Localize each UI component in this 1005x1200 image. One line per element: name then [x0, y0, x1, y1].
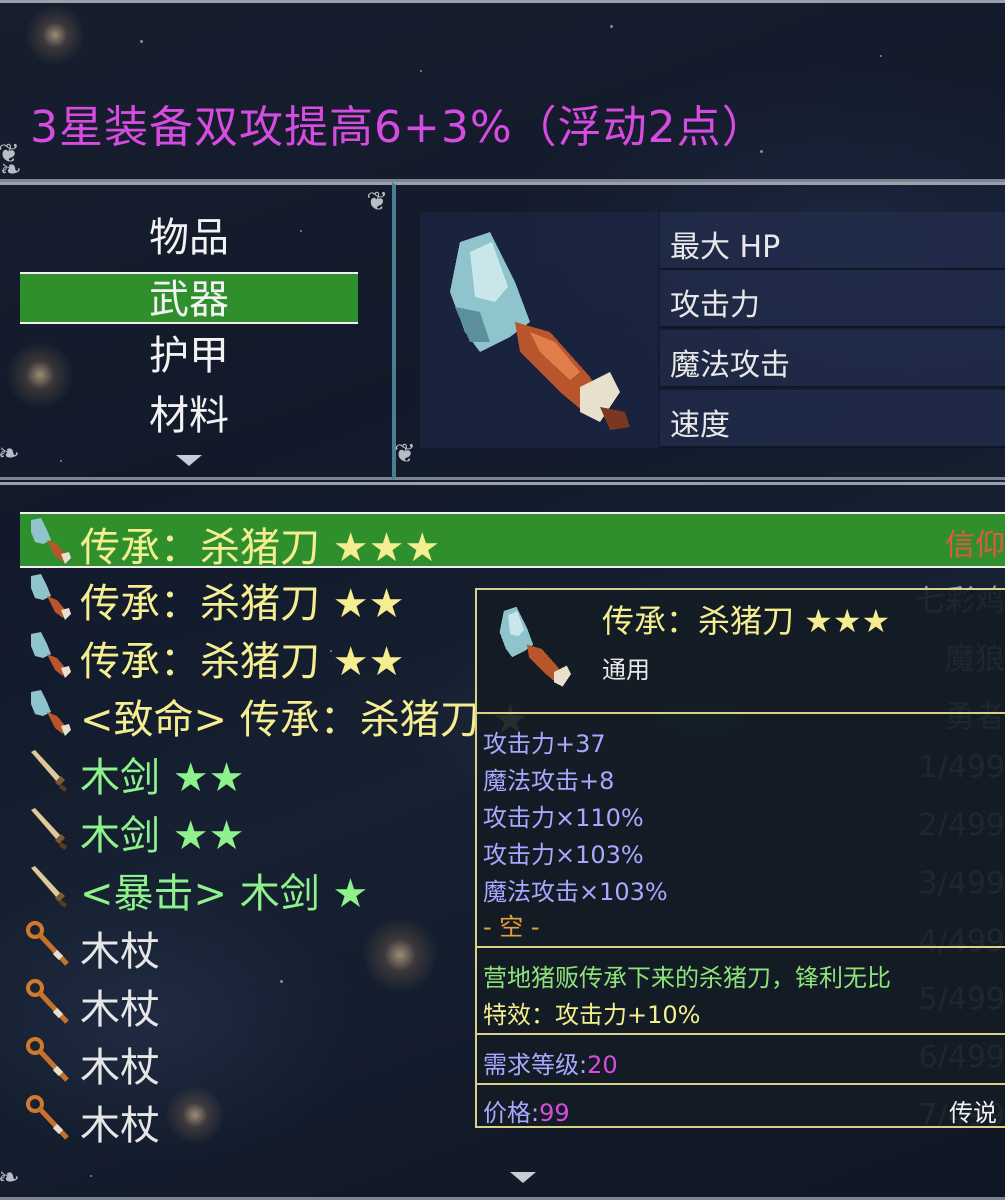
wooden-sword-icon	[25, 862, 75, 912]
corner-ornament: ❧	[0, 155, 22, 185]
stat-row-magic-attack: 魔法攻击	[660, 330, 1005, 388]
wooden-staff-icon	[25, 978, 75, 1028]
item-name: 木剑 ★★	[80, 755, 245, 801]
item-preview	[420, 212, 658, 448]
stat-row-speed: 速度	[660, 390, 1005, 448]
item-quantity: 信仰	[945, 528, 1005, 563]
corner-ornament: ❦	[394, 439, 416, 469]
cleaver-icon	[25, 516, 75, 566]
divider	[477, 1033, 1005, 1035]
category-materials[interactable]: 材料	[20, 390, 358, 442]
item-name: 传承：杀猪刀 ★★★	[80, 525, 441, 571]
tooltip-stat: 魔法攻击×103%	[483, 878, 668, 906]
tooltip-rarity: 传说	[949, 1099, 997, 1127]
item-name: 传承：杀猪刀 ★★	[80, 581, 405, 627]
corner-ornament: ❧	[0, 439, 20, 469]
corner-ornament: ❦	[366, 187, 388, 217]
cleaver-icon	[25, 630, 75, 680]
category-weapons[interactable]: 武器	[20, 272, 358, 324]
item-name: <致命> 传承：杀猪刀 ★	[80, 697, 529, 743]
scroll-down-arrow-icon[interactable]	[176, 455, 202, 466]
tooltip-subtitle: 通用	[602, 656, 650, 684]
tooltip-stat: 魔法攻击+8	[483, 767, 615, 795]
item-name: <暴击> 木剑 ★	[80, 871, 369, 917]
wooden-staff-icon	[25, 1036, 75, 1086]
cleaver-icon	[25, 688, 75, 738]
tooltip-stat: 攻击力+37	[483, 730, 606, 758]
stat-row-max-hp: 最大 HP	[660, 212, 1005, 270]
item-name: 木剑 ★★	[80, 813, 245, 859]
cleaver-icon	[499, 606, 572, 687]
wooden-staff-icon	[25, 1094, 75, 1144]
category-armor[interactable]: 护甲	[20, 330, 358, 382]
wooden-staff-icon	[25, 920, 75, 970]
tooltip-slot: - 空 -	[483, 913, 540, 941]
wooden-sword-icon	[25, 746, 75, 796]
item-row[interactable]: 传承：杀猪刀 ★★★ 信仰	[20, 512, 1005, 571]
help-window: 3星装备双攻提高6+3%（浮动2点） ❦ ❧	[0, 0, 1005, 185]
scroll-down-arrow-icon[interactable]	[510, 1172, 536, 1183]
cleaver-icon	[25, 572, 75, 622]
item-name: 木杖	[80, 929, 160, 975]
tooltip-stat: 攻击力×103%	[483, 841, 644, 869]
tooltip-level: 需求等级:20	[483, 1051, 618, 1079]
tooltip-description: 营地猪贩传承下来的杀猪刀，锋利无比	[483, 964, 891, 992]
item-tooltip: 传承：杀猪刀 ★★★ 通用 攻击力+37 魔法攻击+8 攻击力×110% 攻击力…	[475, 588, 1005, 1128]
cleaver-icon	[450, 232, 630, 430]
category-items[interactable]: 物品	[20, 212, 358, 264]
tooltip-title: 传承：杀猪刀 ★★★	[602, 602, 891, 640]
item-name: 木杖	[80, 1103, 160, 1149]
item-name: 传承：杀猪刀 ★★	[80, 639, 405, 685]
tooltip-stat: 攻击力×110%	[483, 804, 644, 832]
tooltip-effect: 特效：攻击力+10%	[483, 1001, 701, 1029]
stat-row-attack: 攻击力	[660, 270, 1005, 328]
tooltip-price: 价格:99	[483, 1099, 570, 1127]
divider	[477, 1083, 1005, 1085]
item-name: 木杖	[80, 1045, 160, 1091]
corner-ornament: ❧	[0, 1163, 20, 1193]
help-text: 3星装备双攻提高6+3%（浮动2点）	[30, 102, 767, 153]
divider	[477, 712, 1005, 714]
divider	[477, 946, 1005, 948]
wooden-sword-icon	[25, 804, 75, 854]
item-name: 木杖	[80, 987, 160, 1033]
